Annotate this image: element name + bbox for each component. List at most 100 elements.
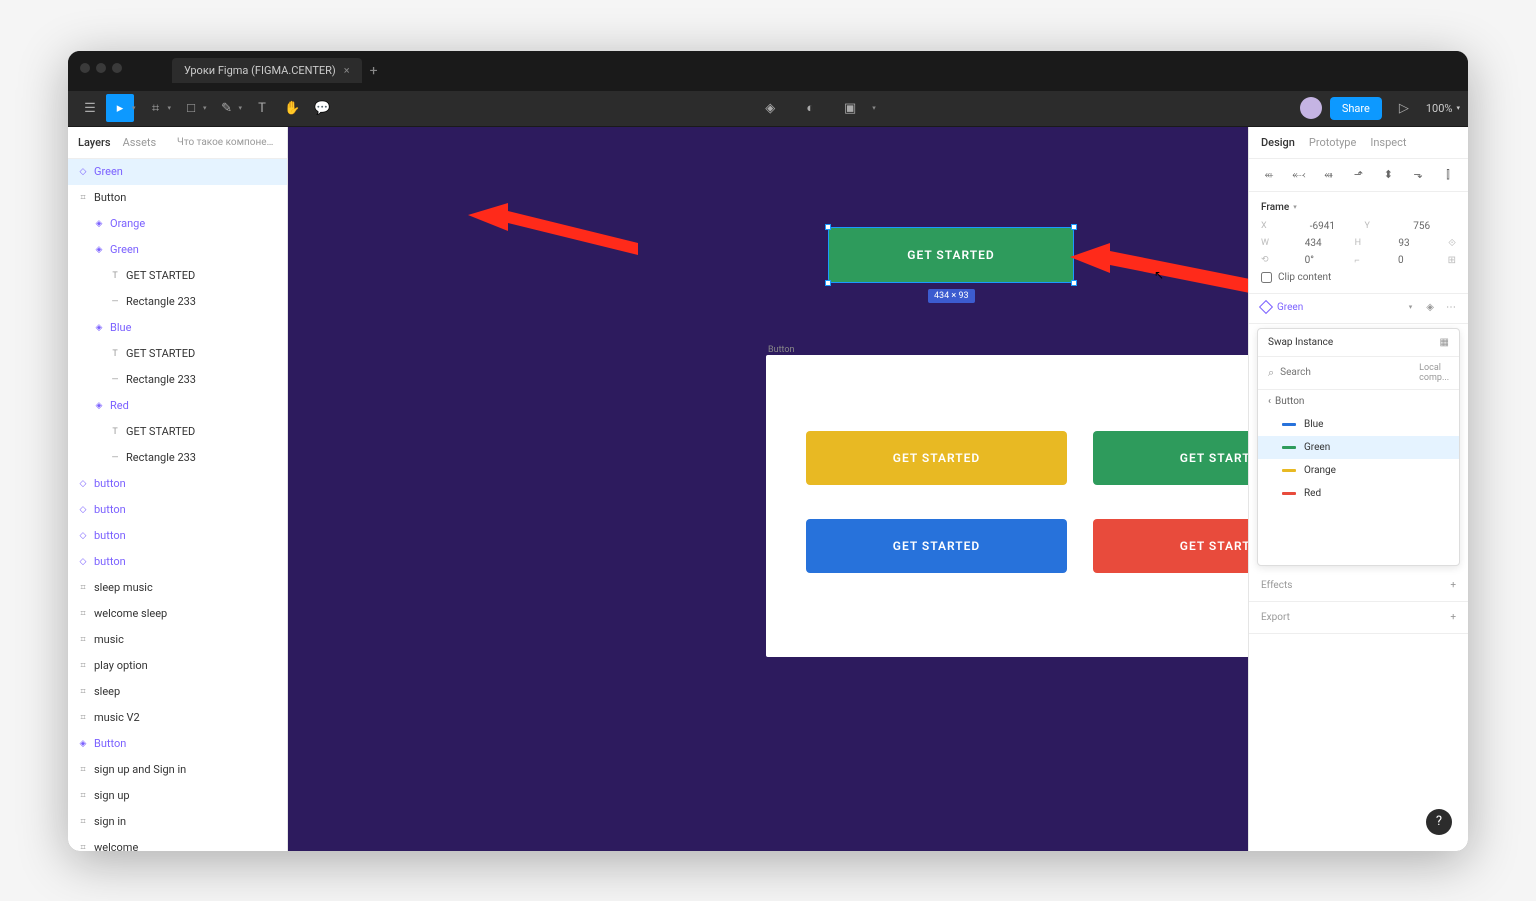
layer-item[interactable]: ◈Red: [68, 393, 287, 419]
align-hcenter-icon[interactable]: ⬷: [1291, 167, 1307, 183]
align-right-icon[interactable]: ⬵: [1321, 167, 1337, 183]
align-bottom-icon[interactable]: ⬎: [1410, 167, 1426, 183]
tab-prototype[interactable]: Prototype: [1309, 136, 1356, 149]
tab-inspect[interactable]: Inspect: [1370, 136, 1406, 149]
layer-item[interactable]: ⌗play option: [68, 653, 287, 679]
swap-item[interactable]: Green: [1258, 436, 1459, 459]
layer-item[interactable]: ◇button: [68, 549, 287, 575]
add-tab-icon[interactable]: +: [370, 63, 378, 79]
layer-item[interactable]: TGET STARTED: [68, 341, 287, 367]
shape-tool-icon[interactable]: □: [177, 94, 205, 122]
rotation-input[interactable]: 0°: [1305, 255, 1343, 266]
layer-type-icon: T: [110, 427, 120, 437]
resize-handle[interactable]: [1071, 280, 1077, 286]
file-tab[interactable]: Уроки Figma (FIGMA.CENTER) ×: [172, 58, 362, 83]
add-icon[interactable]: +: [1450, 580, 1456, 591]
boolean-icon[interactable]: ▣: [836, 94, 864, 122]
swap-item[interactable]: Orange: [1258, 459, 1459, 482]
demo-button-red[interactable]: GET STARTED: [1093, 519, 1248, 573]
add-icon[interactable]: +: [1450, 612, 1456, 623]
w-input[interactable]: 434: [1305, 238, 1343, 249]
demo-button-blue[interactable]: GET STARTED: [806, 519, 1067, 573]
layer-item[interactable]: ⌗welcome: [68, 835, 287, 851]
resize-handle[interactable]: [825, 224, 831, 230]
effects-section[interactable]: Effects+: [1249, 570, 1468, 602]
corner-input[interactable]: 0: [1398, 255, 1436, 266]
layer-item[interactable]: ◇Green: [68, 159, 287, 185]
layer-item[interactable]: ⌗sign in: [68, 809, 287, 835]
layer-item[interactable]: ⌗music V2: [68, 705, 287, 731]
layer-item[interactable]: ⌗sign up and Sign in: [68, 757, 287, 783]
close-dot[interactable]: [80, 63, 90, 73]
align-top-icon[interactable]: ⬏: [1350, 167, 1366, 183]
share-button[interactable]: Share: [1330, 97, 1382, 120]
swap-search-input[interactable]: [1280, 367, 1413, 378]
tab-design[interactable]: Design: [1261, 136, 1295, 149]
move-tool-icon[interactable]: ▸: [106, 94, 134, 122]
demo-button-green[interactable]: GET STARTED: [1093, 431, 1248, 485]
layer-item[interactable]: ◇button: [68, 497, 287, 523]
layer-item[interactable]: ⌗sign up: [68, 783, 287, 809]
layer-item[interactable]: ◈Green: [68, 237, 287, 263]
present-icon[interactable]: ▷: [1390, 94, 1418, 122]
constrain-icon[interactable]: ⟐: [1448, 238, 1456, 249]
clip-content-checkbox[interactable]: [1261, 272, 1272, 283]
layer-item[interactable]: ◇button: [68, 471, 287, 497]
layer-item[interactable]: ⌗Button: [68, 185, 287, 211]
page-selector[interactable]: Что такое компоненты, как с...: [177, 137, 277, 148]
local-components-dropdown[interactable]: Local comp...: [1419, 363, 1449, 383]
help-button[interactable]: ?: [1426, 809, 1452, 835]
swap-back-button[interactable]: ‹Button: [1258, 390, 1459, 413]
layer-item[interactable]: ⌗music: [68, 627, 287, 653]
resize-handle[interactable]: [825, 280, 831, 286]
distribute-icon[interactable]: ⫿: [1440, 167, 1456, 183]
layer-item[interactable]: ◈Button: [68, 731, 287, 757]
swap-item[interactable]: Red: [1258, 482, 1459, 505]
more-icon[interactable]: ⋯: [1446, 302, 1456, 313]
canvas[interactable]: GET STARTED 434 × 93 Button GET STARTED …: [288, 127, 1248, 851]
align-vcenter-icon[interactable]: ⬍: [1380, 167, 1396, 183]
y-input[interactable]: 756: [1413, 221, 1456, 232]
instance-name[interactable]: Green: [1277, 302, 1403, 313]
close-icon[interactable]: ×: [344, 64, 350, 77]
grid-view-icon[interactable]: ▦: [1440, 337, 1449, 348]
layer-item[interactable]: ◈Blue: [68, 315, 287, 341]
frame-tool-icon[interactable]: ⌗: [142, 94, 170, 122]
layer-item[interactable]: ◇button: [68, 523, 287, 549]
layer-item[interactable]: TGET STARTED: [68, 419, 287, 445]
maximize-dot[interactable]: [112, 63, 122, 73]
selected-instance[interactable]: GET STARTED: [828, 227, 1074, 283]
layer-item[interactable]: ⌗sleep: [68, 679, 287, 705]
layer-item[interactable]: ◈Orange: [68, 211, 287, 237]
layer-item[interactable]: —Rectangle 233: [68, 367, 287, 393]
layer-item[interactable]: —Rectangle 233: [68, 445, 287, 471]
align-left-icon[interactable]: ⬴: [1261, 167, 1277, 183]
layer-item[interactable]: —Rectangle 233: [68, 289, 287, 315]
user-avatar[interactable]: [1300, 97, 1322, 119]
layer-item[interactable]: ⌗welcome sleep: [68, 601, 287, 627]
color-swatch: [1282, 492, 1296, 495]
minimize-dot[interactable]: [96, 63, 106, 73]
x-input[interactable]: -6941: [1310, 221, 1353, 232]
hand-tool-icon[interactable]: ✋: [278, 94, 306, 122]
layer-item[interactable]: TGET STARTED: [68, 263, 287, 289]
h-input[interactable]: 93: [1398, 238, 1436, 249]
zoom-control[interactable]: 100%▾: [1426, 102, 1460, 115]
tab-layers[interactable]: Layers: [78, 136, 111, 149]
pen-tool-icon[interactable]: ✎: [213, 94, 241, 122]
export-section[interactable]: Export+: [1249, 602, 1468, 634]
swap-item[interactable]: Blue: [1258, 413, 1459, 436]
comment-tool-icon[interactable]: 💬: [308, 94, 336, 122]
tab-assets[interactable]: Assets: [123, 136, 157, 149]
component-icon[interactable]: ◈: [756, 94, 784, 122]
corners-icon[interactable]: ⊞: [1448, 255, 1456, 266]
resize-handle[interactable]: [1071, 224, 1077, 230]
button-frame[interactable]: GET STARTED GET STARTED GET STARTED GET …: [766, 355, 1248, 657]
layer-item[interactable]: ⌗sleep music: [68, 575, 287, 601]
mask-icon[interactable]: ◐: [796, 94, 824, 122]
menu-icon[interactable]: ☰: [76, 94, 104, 122]
text-tool-icon[interactable]: T: [248, 94, 276, 122]
go-to-main-icon[interactable]: ◈: [1426, 302, 1434, 313]
demo-button-yellow[interactable]: GET STARTED: [806, 431, 1067, 485]
chevron-down-icon[interactable]: ▾: [1409, 303, 1413, 311]
